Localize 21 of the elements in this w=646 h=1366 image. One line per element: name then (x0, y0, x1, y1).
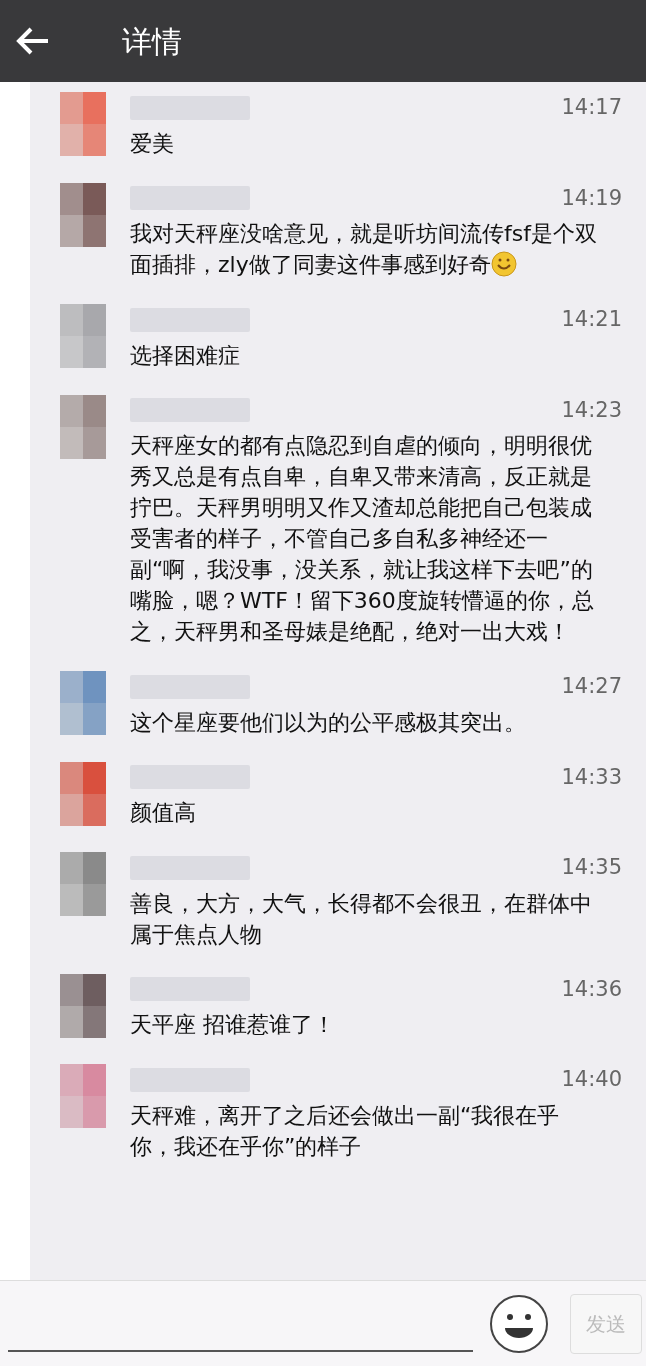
message-text: 爱美 (130, 129, 175, 158)
page-title: 详情 (122, 22, 182, 61)
message-time: 14:27 (561, 673, 622, 700)
message-time: 14:19 (561, 184, 622, 212)
message-time: 14:35 (561, 854, 622, 881)
message-text: 这个星座要他们以为的公平感极其突出。 (130, 708, 527, 737)
message-time: 14:36 (561, 975, 622, 1003)
back-icon[interactable] (16, 26, 50, 56)
message-text: 我对天秤座没啥意见，就是听坊间流传fsf是个双面插排，zly做了同妻这件事感到好奇 (130, 220, 598, 279)
message-text: 天秤难，离开了之后还会做出一副“我很在乎你，我还在乎你”的样子 (130, 1101, 561, 1161)
message-time: 14:17 (561, 94, 622, 121)
emoji-icon[interactable] (489, 1293, 549, 1354)
message-time: 14:40 (561, 1066, 622, 1093)
message-text: 颜值高 (130, 799, 197, 827)
message-text: 天秤座女的都有点隐忍到自虐的倾向，明明很优秀又总是有点自卑，自卑又带来清高，反正就是拧巴。天秤男明明又作又渣却总能把自己包装成受害者的样子，不管自己多自私多神经还一副“啊，我没事，没关系，就让我这样下去吧”的嘴脸，嗯？WTF！留下360度旋转懵逼的你，总之，天秤男和圣母婊是绝配，绝对一出大戏！ (130, 432, 595, 646)
message-time: 14:21 (561, 306, 622, 333)
message-text: 天平座 招谁惹谁了！ (130, 1011, 336, 1039)
message-time: 14:33 (561, 763, 622, 791)
message-text: 善良，大方，大气，长得都不会很丑，在群体中属于焦点人物 (130, 889, 593, 949)
message-text: 选择困难症 (130, 341, 241, 370)
message-time: 14:23 (561, 396, 622, 424)
